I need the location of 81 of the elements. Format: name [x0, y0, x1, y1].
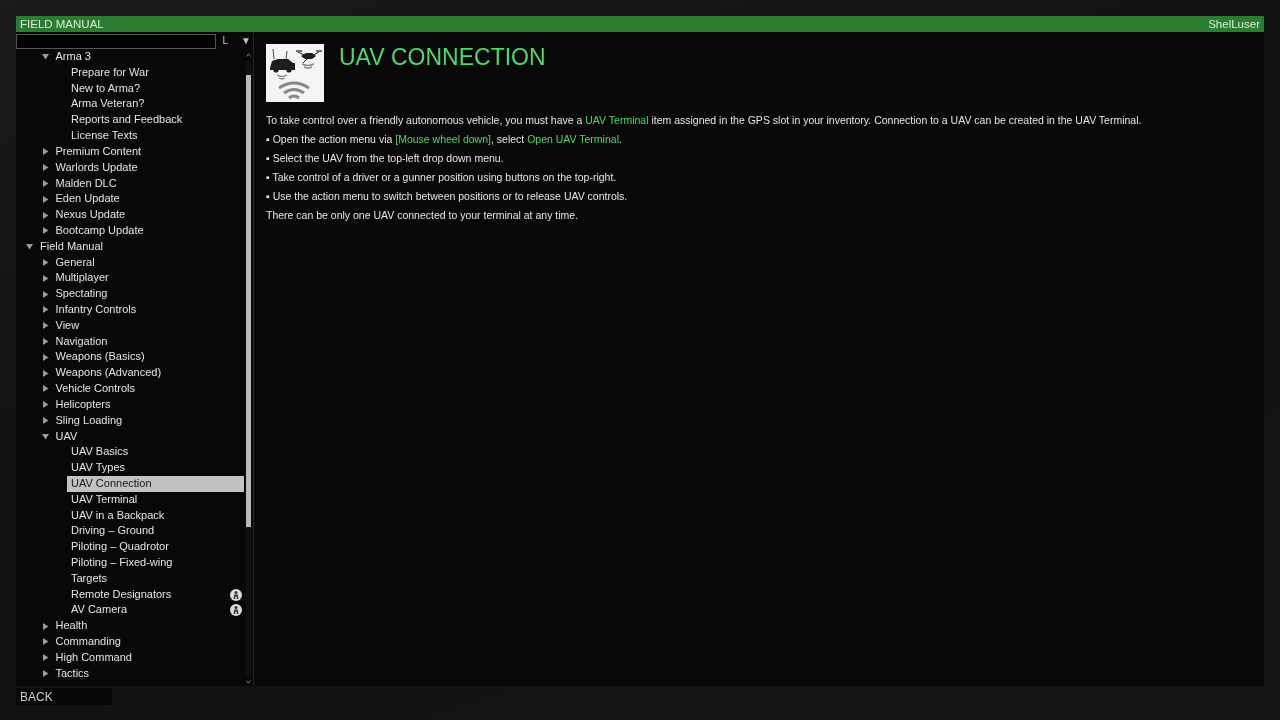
tree-item[interactable]: General	[51, 254, 99, 271]
tree-item[interactable]: Bootcamp Update	[51, 222, 148, 239]
caret-right-icon[interactable]	[41, 401, 49, 409]
tree-item[interactable]: UAV Types	[67, 460, 129, 476]
caret-right-icon[interactable]	[41, 148, 49, 156]
tree-item[interactable]: UAV Terminal	[67, 491, 142, 508]
caret-down-icon[interactable]	[41, 53, 49, 61]
tree-item[interactable]: UAV	[51, 428, 82, 445]
caret-right-icon[interactable]	[41, 638, 49, 646]
caret-right-icon[interactable]	[41, 290, 49, 298]
tree-item[interactable]: AV Camera	[67, 602, 132, 619]
tree-item[interactable]: High Command	[51, 649, 136, 666]
body-paragraph: To take control over a friendly autonomous vehicle, you must have a UAV Terminal item assigned in the GPS slot in your inventory. Connection to a UAV can be created in the UAV Terminal.	[266, 113, 1143, 128]
body-paragraph: There can be only one UAV connected to your terminal at any time.	[266, 208, 580, 223]
tree-item[interactable]: License Texts	[67, 128, 142, 144]
tree-tool-button[interactable]: ▼	[239, 34, 253, 48]
body-paragraph: ▪ Select the UAV from the top-left drop down menu.	[266, 151, 505, 166]
tree-item[interactable]: Health	[51, 618, 92, 635]
scroll-down-icon[interactable]	[246, 680, 251, 684]
caret-down-icon[interactable]	[26, 243, 33, 251]
caret-right-icon[interactable]	[41, 353, 49, 361]
caret-right-icon[interactable]	[41, 670, 49, 678]
user-name: ShelLuser	[1208, 17, 1260, 32]
tree-item[interactable]: Multiplayer	[51, 270, 113, 287]
back-button[interactable]: BACK	[16, 688, 112, 705]
tree-item[interactable]: Helicopters	[51, 396, 115, 413]
tree-item[interactable]: Reports and Feedback	[67, 112, 187, 129]
caret-right-icon[interactable]	[41, 227, 49, 235]
tree-item[interactable]: Eden Update	[51, 191, 124, 208]
scroll-up-icon[interactable]	[246, 53, 251, 57]
article-title: UAV CONNECTION	[339, 44, 546, 70]
tree-item[interactable]: Prepare for War	[67, 64, 153, 81]
caret-right-icon[interactable]	[41, 179, 49, 187]
caret-right-icon[interactable]	[41, 274, 49, 282]
tree-item[interactable]: View	[51, 317, 84, 334]
caret-right-icon[interactable]	[41, 338, 49, 346]
body-paragraph: ▪ Open the action menu via [Mouse wheel down], select Open UAV Terminal.	[266, 132, 623, 147]
caret-right-icon[interactable]	[41, 622, 49, 630]
tree-item[interactable]: Nexus Update	[51, 207, 130, 223]
caret-down-icon[interactable]	[41, 432, 49, 440]
tree-item[interactable]: New to Arma?	[67, 80, 145, 97]
tree-item[interactable]: Tactics	[51, 665, 94, 682]
caret-right-icon[interactable]	[41, 654, 49, 662]
caret-right-icon[interactable]	[41, 369, 49, 377]
caret-right-icon[interactable]	[41, 417, 49, 425]
window-title: FIELD MANUAL	[20, 17, 104, 32]
tree-item[interactable]: Weapons (Advanced)	[51, 365, 166, 382]
tree-item[interactable]: Driving – Ground	[67, 523, 159, 540]
tree-item[interactable]: Arma Veteran?	[67, 96, 149, 113]
body-paragraph: ▪ Use the action menu to switch between positions or to release UAV controls.	[266, 189, 629, 204]
tree-item[interactable]: Vehicle Controls	[51, 381, 139, 397]
caret-right-icon[interactable]	[41, 322, 49, 330]
tree-item[interactable]: UAV in a Backpack	[67, 507, 169, 524]
tree-item[interactable]: Targets	[67, 570, 112, 587]
vehicle-drone-signal-icon	[266, 44, 324, 102]
tree-item[interactable]: Sling Loading	[51, 412, 127, 429]
caret-right-icon[interactable]	[41, 385, 49, 393]
tree-item[interactable]: Piloting – Quadrotor	[67, 539, 173, 555]
caret-right-icon[interactable]	[41, 195, 49, 203]
body-paragraph: ▪ Take control of a driver or a gunner position using buttons on the top-right.	[266, 170, 618, 185]
tree-item[interactable]: Field Manual	[36, 238, 107, 255]
scrollbar-thumb[interactable]	[246, 75, 251, 527]
tree-item[interactable]: Weapons (Basics)	[51, 349, 149, 366]
tree-item[interactable]: UAV Basics	[67, 444, 133, 461]
caret-right-icon[interactable]	[41, 258, 49, 266]
tree-item[interactable]: Remote Designators	[67, 586, 176, 603]
caret-right-icon[interactable]	[41, 211, 49, 219]
caret-right-icon[interactable]	[41, 306, 49, 314]
tree-item[interactable]: Arma 3	[51, 49, 95, 65]
tree-item[interactable]: Premium Content	[51, 143, 146, 160]
tree-tool-button[interactable]: L	[220, 34, 231, 48]
tree-item[interactable]: UAV Connection	[67, 475, 244, 492]
tree-item[interactable]: Warlords Update	[51, 159, 142, 176]
tree-item[interactable]: Malden DLC	[51, 175, 121, 192]
tree-item[interactable]: Piloting – Fixed-wing	[67, 555, 177, 571]
tree-item[interactable]: Commanding	[51, 634, 125, 650]
tree-item[interactable]: Spectating	[51, 286, 112, 302]
tree-item[interactable]: Navigation	[51, 333, 112, 350]
caret-right-icon[interactable]	[41, 164, 49, 172]
search-field[interactable]	[16, 33, 216, 49]
tree-item[interactable]: Infantry Controls	[51, 302, 141, 318]
